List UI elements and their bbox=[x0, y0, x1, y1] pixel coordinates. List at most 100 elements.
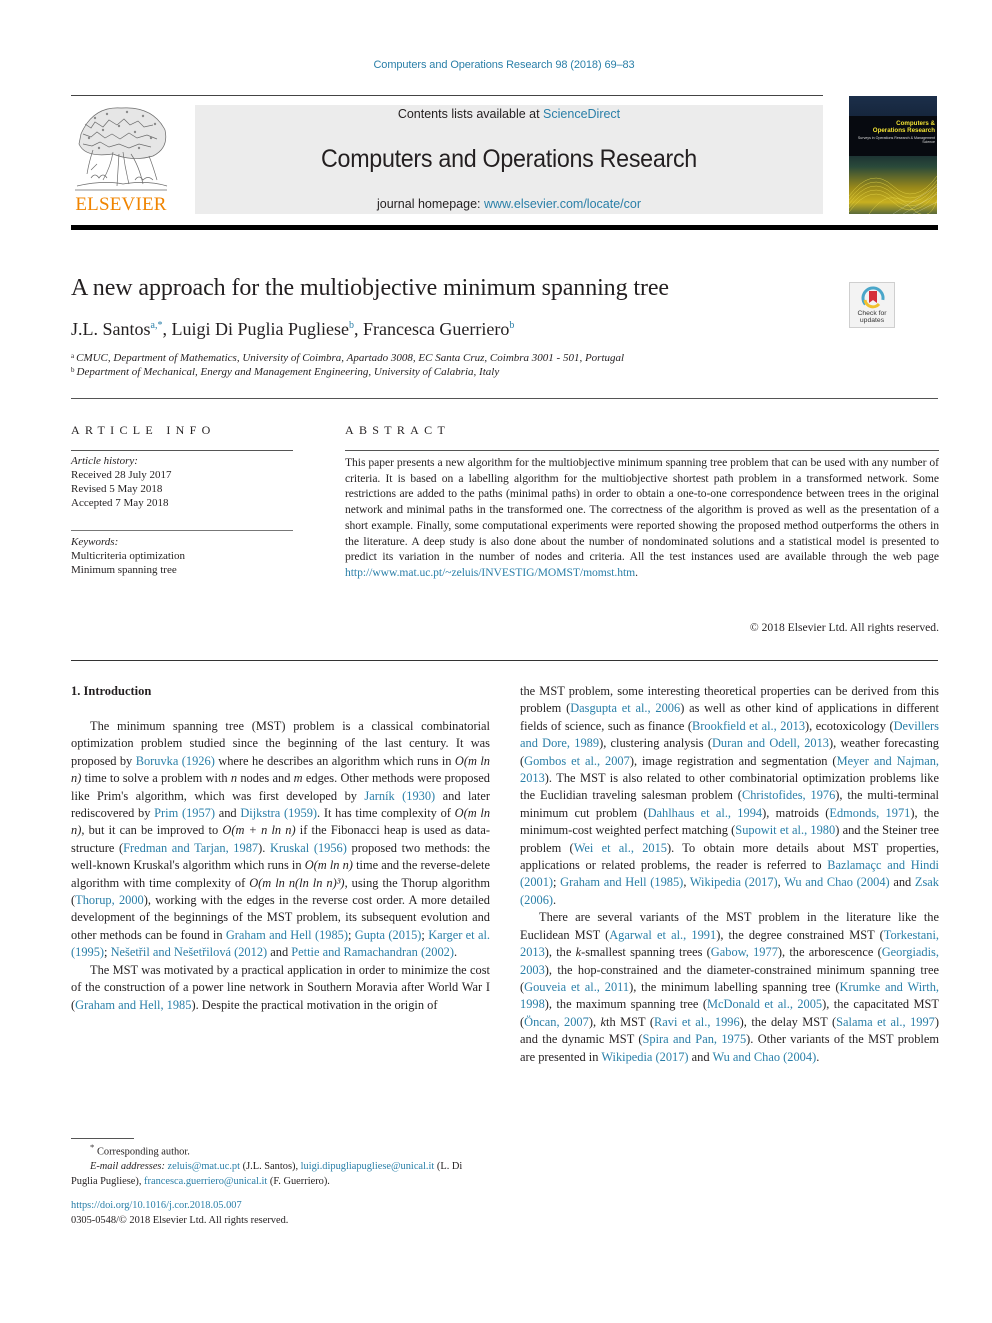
text-run: ), ecotoxicology ( bbox=[805, 718, 894, 733]
text-run: . bbox=[553, 892, 557, 907]
citation-link[interactable]: Prim (1957) bbox=[154, 806, 215, 820]
citation-link[interactable]: Jarník (1930) bbox=[364, 789, 435, 803]
citation-link[interactable]: Duran and Odell, 2013 bbox=[712, 736, 829, 750]
citation-link[interactable]: Dijkstra (1959) bbox=[240, 806, 317, 820]
citation-link[interactable]: Salama et al., 1997 bbox=[836, 1015, 935, 1029]
affiliation-text: Department of Mechanical, Energy and Man… bbox=[76, 366, 500, 378]
check-for-updates-button[interactable]: Check for updates bbox=[849, 282, 895, 328]
text-run: ; bbox=[347, 927, 355, 942]
text-run: . bbox=[454, 945, 458, 960]
text-run: where he describes an algorithm which ru… bbox=[214, 753, 455, 768]
sciencedirect-link[interactable]: ScienceDirect bbox=[543, 107, 620, 121]
citation-link[interactable]: Gouveia et al., 2011 bbox=[524, 980, 629, 994]
elsevier-logo[interactable]: ELSEVIER bbox=[71, 104, 171, 216]
journal-homepage-link[interactable]: www.elsevier.com/locate/cor bbox=[484, 197, 641, 211]
email-link[interactable]: luigi.dipugliapugliese@unical.it bbox=[301, 1161, 435, 1172]
issn-copyright: 0305-0548/© 2018 Elsevier Ltd. All right… bbox=[71, 1215, 289, 1226]
text-run: ), the bbox=[544, 945, 576, 960]
intro-paragraph-3: There are several variants of the MST pr… bbox=[520, 909, 939, 1066]
citation-link[interactable]: Supowit et al., 1980 bbox=[735, 823, 835, 837]
citation-link[interactable]: Gombos et al., 2007 bbox=[524, 754, 630, 768]
corresponding-author-note: * Corresponding author. bbox=[71, 1140, 490, 1159]
journal-citation-link[interactable]: Computers and Operations Research 98 (20… bbox=[373, 59, 634, 71]
doi-link[interactable]: https://doi.org/10.1016/j.cor.2018.05.00… bbox=[71, 1198, 288, 1213]
citation-link[interactable]: Wikipedia (2017) bbox=[601, 1050, 688, 1064]
email-link[interactable]: francesca.guerriero@unical.it bbox=[144, 1176, 267, 1187]
running-head[interactable]: Computers and Operations Research 98 (20… bbox=[0, 59, 992, 71]
text-run: ), clustering analysis ( bbox=[599, 736, 712, 751]
citation-link[interactable]: Christofides, 1976 bbox=[742, 788, 835, 802]
citation-link[interactable]: Nešetřil and Nešetřilová (2012) bbox=[111, 945, 268, 959]
text-run: ). bbox=[258, 840, 270, 855]
journal-masthead: Contents lists available at ScienceDirec… bbox=[195, 105, 823, 214]
citation-link[interactable]: Thorup, 2000 bbox=[75, 893, 144, 907]
cover-subtitle: Surveys in Operations Research & Managem… bbox=[857, 136, 935, 145]
citation-link[interactable]: Dasgupta et al., 2006 bbox=[570, 701, 680, 715]
citation-link[interactable]: Boruvka (1926) bbox=[136, 754, 215, 768]
contents-line: Contents lists available at ScienceDirec… bbox=[195, 107, 823, 121]
abstract-text: This paper presents a new algorithm for … bbox=[345, 455, 939, 581]
citation-link[interactable]: Agarwal et al., 1991 bbox=[609, 928, 716, 942]
cover-wave-graphic bbox=[849, 175, 937, 214]
citation-link[interactable]: Wei et al., 2015 bbox=[574, 841, 667, 855]
citation-link[interactable]: Graham and Hell (1985) bbox=[560, 875, 683, 889]
math-expression: m bbox=[293, 771, 303, 786]
text-run: ), the minimum labelling spanning tree ( bbox=[629, 979, 840, 994]
journal-cover-image[interactable]: Computers & Operations Research Surveys … bbox=[849, 96, 937, 214]
citation-link[interactable]: Graham and Hell, 1985 bbox=[75, 998, 191, 1012]
intro-paragraph-2-start: The MST was motivated by a practical app… bbox=[71, 962, 490, 1014]
text-run: , but it can be improved to bbox=[81, 823, 223, 838]
text-run: ), matroids ( bbox=[762, 805, 830, 820]
email-label: E-mail addresses: bbox=[90, 1161, 168, 1173]
header-thick-rule bbox=[71, 225, 938, 230]
text-run: . It has time complexity of bbox=[317, 806, 455, 821]
citation-link[interactable]: Öncan, 2007 bbox=[524, 1015, 589, 1029]
citation-link[interactable]: McDonald et al., 2005 bbox=[707, 997, 822, 1011]
title-divider bbox=[71, 398, 938, 399]
header-rule bbox=[71, 95, 823, 96]
citation-link[interactable]: Wu and Chao (2004) bbox=[784, 875, 889, 889]
citation-link[interactable]: Dahlhaus et al., 1994 bbox=[648, 806, 763, 820]
keywords: Keywords: Multicriteria optimization Min… bbox=[71, 535, 185, 577]
doi-block: https://doi.org/10.1016/j.cor.2018.05.00… bbox=[71, 1198, 288, 1228]
citation-link[interactable]: Graham and Hell (1985) bbox=[226, 928, 348, 942]
citation-link[interactable]: Pettie and Ramachandran (2002) bbox=[291, 945, 454, 959]
citation-link[interactable]: Brookfield et al., 2013 bbox=[692, 719, 805, 733]
text-run: ), the maximum spanning tree ( bbox=[544, 997, 707, 1012]
accepted-date: Accepted 7 May 2018 bbox=[71, 497, 169, 509]
author-affiliation-mark[interactable]: b bbox=[509, 320, 514, 331]
text-run: and bbox=[215, 806, 241, 821]
citation-link[interactable]: Gabow, 1977 bbox=[711, 945, 778, 959]
text-run: ), bbox=[588, 1014, 601, 1029]
author-name: Luigi Di Puglia Pugliese bbox=[171, 319, 349, 339]
citation-link[interactable]: Ravi et al., 1996 bbox=[654, 1015, 740, 1029]
abstract-copyright: © 2018 Elsevier Ltd. All rights reserved… bbox=[749, 621, 939, 634]
citation-link[interactable]: Edmonds, 1971 bbox=[829, 806, 910, 820]
elsevier-tree-icon bbox=[75, 107, 168, 191]
citation-link[interactable]: Wikipedia (2017) bbox=[690, 875, 778, 889]
contents-prefix: Contents lists available at bbox=[397, 107, 544, 121]
affiliation: a CMUC, Department of Mathematics, Univer… bbox=[71, 352, 624, 364]
keywords-label: Keywords: bbox=[71, 536, 119, 548]
citation-link[interactable]: Fredman and Tarjan, 1987 bbox=[123, 841, 258, 855]
keywords-rule bbox=[71, 530, 293, 531]
crossmark-label-line2: updates bbox=[859, 317, 885, 324]
citation-link[interactable]: Spira and Pan, 1975 bbox=[643, 1032, 747, 1046]
author-name: Francesca Guerriero bbox=[362, 319, 510, 339]
footnote-star: * bbox=[90, 1142, 95, 1152]
email-link[interactable]: zeluis@mat.uc.pt bbox=[168, 1161, 240, 1172]
author-separator: , bbox=[353, 319, 363, 339]
email-owner: (F. Guerriero). bbox=[267, 1176, 330, 1188]
crossmark-icon bbox=[861, 286, 885, 310]
text-run: th MST ( bbox=[606, 1014, 654, 1029]
citation-link[interactable]: Wu and Chao (2004) bbox=[712, 1050, 816, 1064]
author-affiliation-mark[interactable]: a,* bbox=[151, 320, 163, 331]
footnote-rule bbox=[71, 1138, 134, 1139]
text-run: and bbox=[267, 945, 292, 960]
body-column-left: The minimum spanning tree (MST) problem … bbox=[71, 718, 490, 1014]
test-instances-link[interactable]: http://www.mat.uc.pt/~zeluis/INVESTIG/MO… bbox=[345, 566, 635, 579]
text-run: ), the degree constrained MST ( bbox=[716, 927, 884, 942]
keyword: Multicriteria optimization bbox=[71, 550, 185, 562]
citation-link[interactable]: Gupta (2015) bbox=[355, 928, 422, 942]
citation-link[interactable]: Kruskal (1956) bbox=[270, 841, 347, 855]
